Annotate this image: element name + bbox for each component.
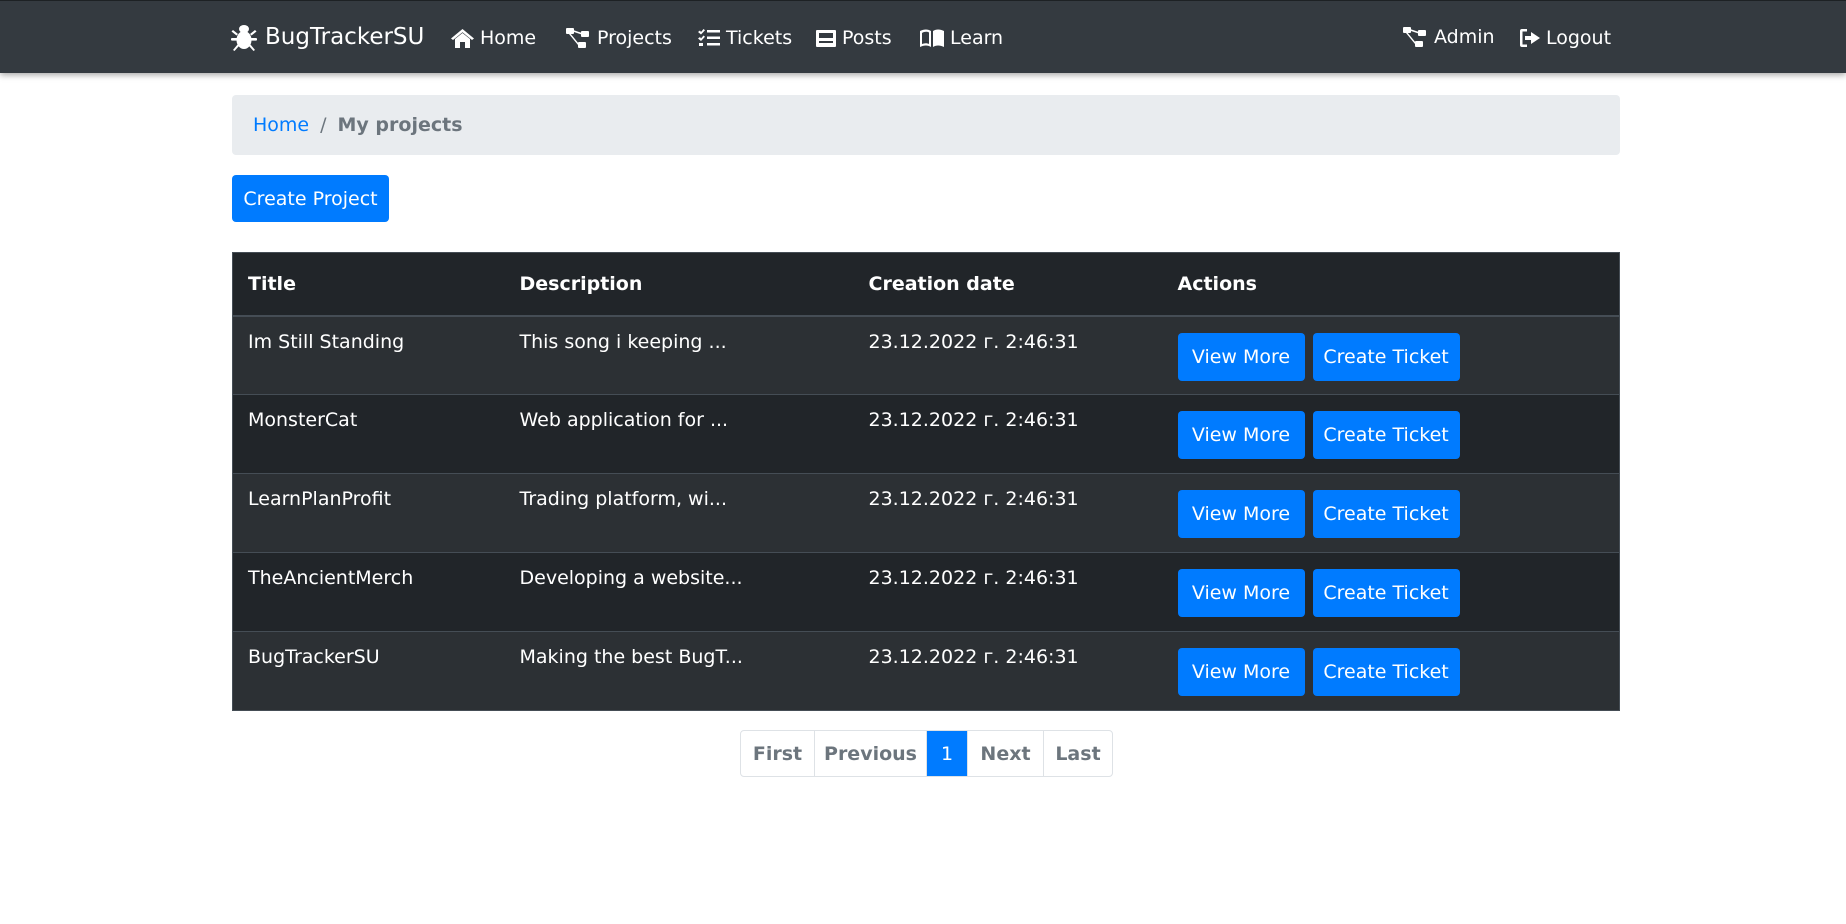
project-description: Developing a website... bbox=[504, 552, 854, 632]
view-more-button[interactable]: View More bbox=[1177, 411, 1305, 459]
sign-out-icon bbox=[1520, 29, 1540, 47]
pagination-last[interactable]: Last bbox=[1043, 731, 1112, 776]
view-more-button[interactable]: View More bbox=[1177, 569, 1305, 617]
project-title: TheAncientMerch bbox=[232, 552, 505, 632]
brand-link[interactable]: BugTrackerSU bbox=[231, 19, 424, 55]
bug-icon bbox=[231, 25, 257, 51]
create-ticket-button[interactable]: Create Ticket bbox=[1312, 411, 1460, 459]
project-title: Im Still Standing bbox=[232, 315, 505, 395]
project-creation-date: 23.12.2022 г. 2:46:31 bbox=[853, 631, 1163, 711]
create-ticket-button[interactable]: Create Ticket bbox=[1312, 332, 1460, 381]
project-actions: View More Create Ticket bbox=[1162, 315, 1620, 395]
nav-projects[interactable]: Projects bbox=[566, 23, 672, 53]
nav-logout[interactable]: Logout bbox=[1520, 23, 1611, 53]
breadcrumb-current: My projects bbox=[337, 114, 463, 136]
view-more-button[interactable]: View More bbox=[1177, 648, 1305, 696]
nav-logout-label: Logout bbox=[1546, 27, 1612, 49]
top-navbar: BugTrackerSU Home Projects Tickets Posts… bbox=[0, 0, 1846, 73]
breadcrumb-home-link[interactable]: Home bbox=[253, 114, 309, 136]
create-ticket-button[interactable]: Create Ticket bbox=[1312, 648, 1460, 696]
table-row: LearnPlanProfit Trading platform, wi... … bbox=[232, 473, 1620, 553]
project-actions: View More Create Ticket bbox=[1162, 552, 1620, 632]
project-actions: View More Create Ticket bbox=[1162, 394, 1620, 474]
pagination-previous[interactable]: Previous bbox=[814, 731, 926, 776]
create-project-button[interactable]: Create Project bbox=[232, 175, 389, 222]
project-creation-date: 23.12.2022 г. 2:46:31 bbox=[853, 473, 1163, 553]
newspaper-icon bbox=[816, 29, 836, 47]
breadcrumb-separator: / bbox=[320, 114, 327, 136]
project-description: Web application for ... bbox=[504, 394, 854, 474]
nav-home[interactable]: Home bbox=[451, 23, 536, 53]
nav-learn[interactable]: Learn bbox=[920, 23, 1003, 53]
view-more-button[interactable]: View More bbox=[1177, 332, 1305, 381]
project-creation-date: 23.12.2022 г. 2:46:31 bbox=[853, 394, 1163, 474]
view-more-button[interactable]: View More bbox=[1177, 490, 1305, 538]
nav-tickets-label: Tickets bbox=[726, 27, 793, 49]
tasks-icon bbox=[698, 29, 720, 46]
pagination-next[interactable]: Next bbox=[967, 731, 1043, 776]
project-actions: View More Create Ticket bbox=[1162, 473, 1620, 553]
table-row: MonsterCat Web application for ... 23.12… bbox=[232, 394, 1620, 474]
project-title: LearnPlanProfit bbox=[232, 473, 505, 553]
home-icon bbox=[451, 28, 474, 48]
brand-name: BugTrackerSU bbox=[265, 24, 425, 50]
create-ticket-button[interactable]: Create Ticket bbox=[1312, 569, 1460, 617]
sitemap-icon bbox=[1403, 27, 1426, 47]
nav-admin-label: Admin bbox=[1434, 26, 1495, 48]
table-row: TheAncientMerch Developing a website... … bbox=[232, 552, 1620, 632]
column-header-description: Description bbox=[504, 252, 854, 317]
sitemap-icon bbox=[566, 28, 589, 48]
project-description: Making the best BugT... bbox=[504, 631, 854, 711]
project-description: This song i keeping ... bbox=[504, 315, 854, 395]
project-title: BugTrackerSU bbox=[232, 631, 505, 711]
project-description: Trading platform, wi... bbox=[504, 473, 854, 553]
project-creation-date: 23.12.2022 г. 2:46:31 bbox=[853, 315, 1163, 395]
table-row: BugTrackerSU Making the best BugT... 23.… bbox=[232, 631, 1620, 711]
column-header-actions: Actions bbox=[1162, 252, 1620, 317]
nav-posts[interactable]: Posts bbox=[816, 23, 892, 53]
breadcrumb: Home / My projects bbox=[232, 95, 1620, 155]
nav-home-label: Home bbox=[480, 27, 537, 49]
pagination: First Previous 1 Next Last bbox=[740, 730, 1113, 777]
project-creation-date: 23.12.2022 г. 2:46:31 bbox=[853, 552, 1163, 632]
pagination-first[interactable]: First bbox=[741, 731, 814, 776]
table-row: Im Still Standing This song i keeping ..… bbox=[232, 315, 1620, 395]
nav-learn-label: Learn bbox=[950, 27, 1004, 49]
nav-admin[interactable]: Admin bbox=[1403, 22, 1495, 52]
column-header-creation-date: Creation date bbox=[853, 252, 1163, 317]
projects-table: Title Description Creation date Actions … bbox=[232, 252, 1620, 711]
nav-projects-label: Projects bbox=[597, 27, 672, 49]
table-header-row: Title Description Creation date Actions bbox=[232, 252, 1620, 317]
nav-posts-label: Posts bbox=[842, 27, 892, 49]
create-ticket-button[interactable]: Create Ticket bbox=[1312, 490, 1460, 538]
book-icon bbox=[920, 29, 944, 47]
column-header-title: Title bbox=[232, 252, 505, 317]
pagination-page-1[interactable]: 1 bbox=[926, 731, 967, 776]
nav-tickets[interactable]: Tickets bbox=[698, 23, 792, 53]
project-actions: View More Create Ticket bbox=[1162, 631, 1620, 711]
project-title: MonsterCat bbox=[232, 394, 505, 474]
